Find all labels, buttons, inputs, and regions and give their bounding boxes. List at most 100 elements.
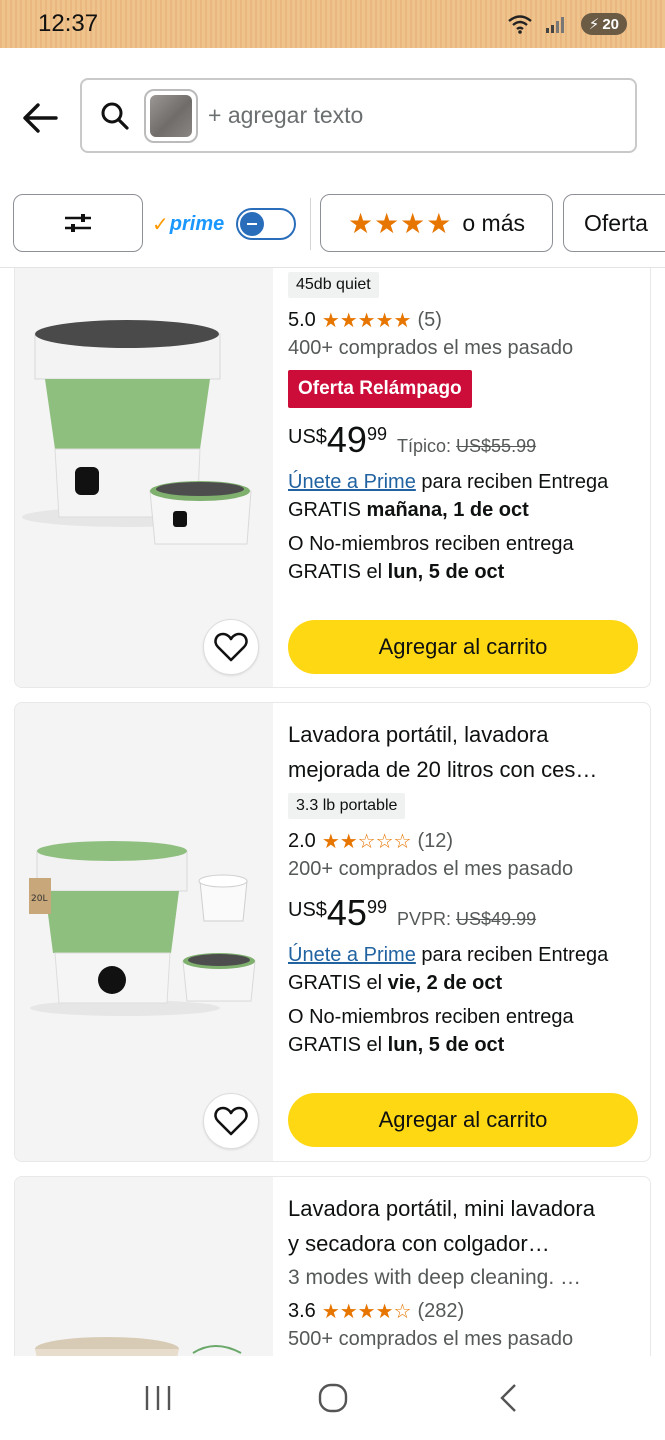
prime-label: prime: [169, 212, 225, 235]
back-arrow-icon: [23, 103, 58, 133]
rating-value: 5.0: [288, 309, 316, 331]
battery-level: 20: [602, 15, 619, 33]
product-card[interactable]: 20L Lavadora portátil, lavadora mejorada…: [14, 702, 651, 1162]
sliders-icon: [65, 214, 91, 232]
prime-shipping-text: para reciben Entrega: [421, 944, 609, 966]
status-bar: 12:37 ⚡ 20: [0, 0, 665, 48]
filter-divider: [310, 198, 311, 250]
home-icon: [318, 1383, 347, 1413]
filter-button[interactable]: [13, 194, 143, 252]
deal-filter[interactable]: Oferta: [563, 194, 665, 252]
price: US$ 49 99: [288, 422, 387, 458]
toggle-knob: [240, 212, 265, 236]
wishlist-button[interactable]: [203, 1093, 259, 1149]
home-button[interactable]: [309, 1374, 357, 1422]
image-search-thumbnail[interactable]: [144, 88, 198, 143]
purchase-count: 400+ comprados el mes pasado: [288, 337, 574, 359]
prime-shipping-text: para reciben Entrega: [421, 471, 609, 493]
signal-icon: [545, 17, 564, 33]
chevron-left-icon: [499, 1384, 516, 1412]
reference-value: US$49.99: [456, 909, 537, 929]
four-stars-icon: ★★★★: [347, 207, 453, 239]
washer-illustration: [35, 1337, 242, 1356]
stars-filter-label: o más: [462, 209, 526, 236]
four-stars-filter[interactable]: ★★★★ o más: [320, 194, 553, 252]
standard-shipping: O No-miembros reciben entrega GRATIS el …: [288, 530, 638, 586]
product-title[interactable]: Lavadora portátil, lavadora mejorada de …: [288, 717, 638, 787]
thumbnail-image: [150, 94, 192, 137]
title-line-2: y secadora con colgador…: [288, 1231, 550, 1256]
charging-icon: ⚡: [588, 16, 600, 33]
wishlist-button[interactable]: [203, 619, 259, 675]
non-member-text: O No-miembros reciben entrega: [288, 533, 574, 555]
non-member-free-label: GRATIS el: [288, 1034, 383, 1056]
purchase-count: 500+ comprados el mes pasado: [288, 1328, 574, 1350]
product-image[interactable]: [15, 268, 273, 687]
rating-row[interactable]: 5.0 ★★★★★ (5): [288, 308, 638, 333]
prime-logo: ✓ prime: [152, 212, 224, 237]
capacity-label: 20L: [31, 894, 47, 904]
reference-value: US$55.99: [456, 436, 537, 456]
rating-value: 2.0: [288, 830, 316, 852]
price: US$ 45 99: [288, 895, 387, 931]
rating-row[interactable]: 2.0 ★★☆☆☆ (12): [288, 829, 638, 854]
system-back-button[interactable]: [484, 1374, 532, 1422]
title-line-2: mejorada de 20 litros con ces…: [288, 757, 598, 782]
non-member-delivery-date: lun, 5 de oct: [387, 561, 505, 583]
non-member-free-label: GRATIS el: [288, 561, 383, 583]
check-icon: ✓: [152, 213, 169, 236]
prime-filter[interactable]: ✓ prime: [152, 204, 297, 244]
title-line-1: Lavadora portátil, mini lavadora: [288, 1196, 595, 1221]
prime-toggle[interactable]: [236, 208, 297, 240]
product-details: Lavadora portátil, lavadora mejorada de …: [288, 703, 638, 1059]
recent-apps-button[interactable]: [134, 1374, 182, 1422]
join-prime-link[interactable]: Únete a Prime: [288, 944, 416, 966]
add-to-cart-button[interactable]: Agregar al carrito: [288, 620, 638, 674]
rating-row[interactable]: 3.6 ★★★★☆ (282): [288, 1299, 638, 1324]
review-count: (12): [417, 830, 454, 852]
product-card[interactable]: 45db quiet 5.0 ★★★★★ (5) 400+ comprados …: [14, 268, 651, 688]
star-rating-icon: ★★★★☆: [321, 1301, 412, 1323]
recent-apps-icon: [145, 1386, 170, 1410]
deal-badge: Oferta Relámpago: [288, 370, 472, 408]
reference-price: Típico: US$55.99: [397, 436, 536, 457]
rating-value: 3.6: [288, 1300, 316, 1322]
reference-label: PVPR:: [396, 909, 452, 929]
system-navigation-bar: [0, 1356, 665, 1440]
prime-delivery-date: vie, 2 de oct: [387, 972, 503, 994]
product-tag: 3.3 lb portable: [288, 793, 406, 819]
non-member-text: O No-miembros reciben entrega: [288, 1006, 574, 1028]
product-image[interactable]: [15, 1177, 273, 1356]
add-to-cart-button[interactable]: Agregar al carrito: [288, 1093, 638, 1147]
price-whole: 49: [326, 419, 367, 460]
product-details: 45db quiet 5.0 ★★★★★ (5) 400+ comprados …: [288, 268, 638, 586]
deal-filter-label: Oferta: [584, 209, 648, 236]
non-member-delivery-date: lun, 5 de oct: [387, 1034, 505, 1056]
review-count: (5): [417, 309, 442, 331]
status-icons: ⚡ 20: [507, 13, 627, 35]
search-header: + agregar texto: [0, 48, 665, 182]
search-bar[interactable]: + agregar texto: [80, 78, 637, 153]
title-line-1: Lavadora portátil, lavadora: [288, 722, 549, 747]
product-card[interactable]: Lavadora portátil, mini lavadora y secad…: [14, 1176, 651, 1356]
search-input[interactable]: + agregar texto: [208, 102, 363, 129]
price-fraction: 99: [366, 897, 387, 917]
heart-icon: [214, 632, 248, 662]
product-title[interactable]: Lavadora portátil, mini lavadora y secad…: [288, 1191, 638, 1261]
product-image[interactable]: 20L: [15, 703, 273, 1161]
price-row: US$ 45 99 PVPR: US$49.99: [288, 895, 638, 931]
battery-indicator: ⚡ 20: [580, 13, 627, 35]
product-tag: 45db quiet: [288, 272, 379, 298]
prime-delivery-date: mañana, 1 de oct: [366, 499, 529, 521]
price-fraction: 99: [366, 424, 387, 444]
product-details: Lavadora portátil, mini lavadora y secad…: [288, 1177, 638, 1351]
reference-label: Típico:: [396, 436, 452, 456]
back-button[interactable]: [20, 98, 60, 138]
join-prime-link[interactable]: Únete a Prime: [288, 471, 416, 493]
prime-shipping: Únete a Prime para reciben Entrega GRATI…: [288, 468, 638, 524]
status-time: 12:37: [38, 10, 99, 37]
purchase-count: 200+ comprados el mes pasado: [288, 858, 574, 880]
prime-free-label: GRATIS: [288, 499, 361, 521]
price-symbol: US$: [288, 899, 327, 921]
review-count: (282): [417, 1300, 465, 1322]
